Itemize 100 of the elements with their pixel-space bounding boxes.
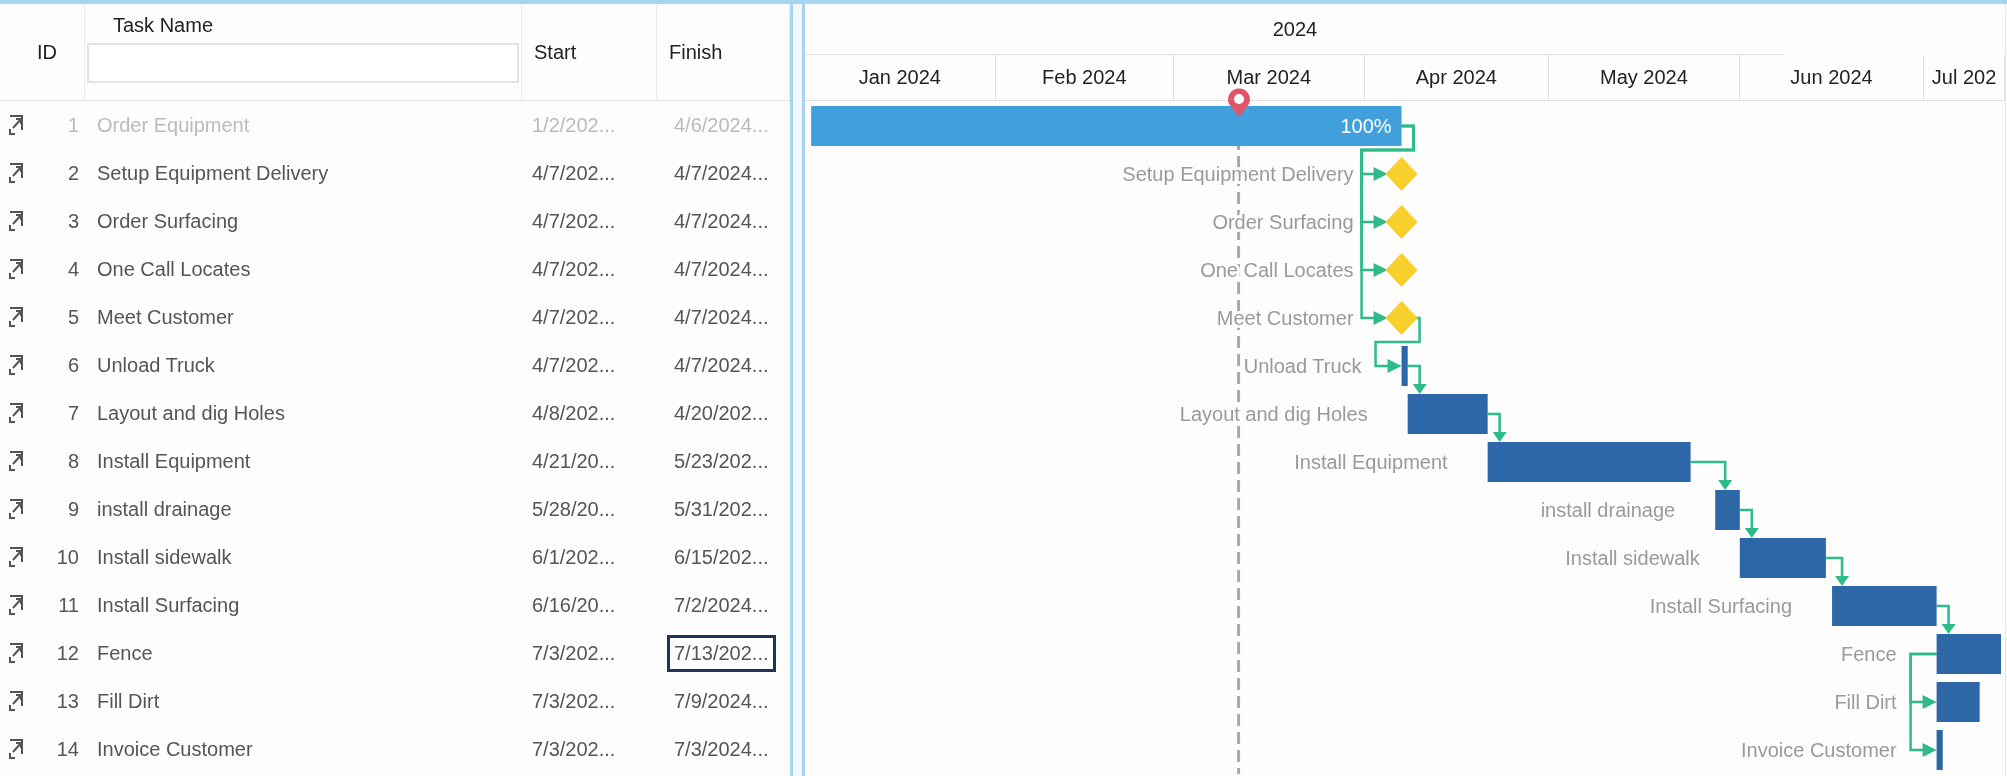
month-label: Jul 202 <box>1931 66 1997 89</box>
task-name: Install sidewalk <box>97 545 232 569</box>
milestone-diamond[interactable] <box>1385 205 1418 239</box>
column-header[interactable]: ID <box>37 40 57 64</box>
link-arrow-icon <box>8 210 26 232</box>
link-arrow-icon <box>8 258 26 280</box>
link-arrow-icon <box>8 162 26 184</box>
link-arrow-icon <box>8 738 26 760</box>
task-bar[interactable] <box>1715 490 1740 530</box>
bar-label: Install Surfacing <box>1649 595 1793 617</box>
dependency-arrow <box>1487 412 1507 442</box>
milestone-diamond[interactable] <box>1385 301 1418 335</box>
column-header[interactable]: Start <box>534 40 577 64</box>
splitter[interactable] <box>790 4 805 776</box>
finish-date[interactable]: 7/3/2024... <box>667 730 776 768</box>
task-bar[interactable] <box>1407 394 1488 434</box>
start-date: 4/7/202... <box>532 257 616 281</box>
column-header[interactable]: Finish <box>669 40 723 64</box>
task-id: 13 <box>56 689 79 713</box>
month-label: Jan 2024 <box>858 66 941 89</box>
task-name: install drainage <box>97 497 232 521</box>
start-date: 1/2/202... <box>532 113 616 137</box>
task-id: 2 <box>67 161 79 185</box>
milestone-diamond[interactable] <box>1385 157 1418 191</box>
start-date: 5/28/20... <box>532 497 616 521</box>
finish-date[interactable]: 7/9/2024... <box>667 682 776 720</box>
bar-label: Install sidewalk <box>1565 547 1700 569</box>
task-id: 12 <box>56 641 79 665</box>
finish-date[interactable]: 5/31/202... <box>667 490 776 528</box>
finish-date[interactable]: 4/7/2024... <box>667 346 776 384</box>
start-date: 4/7/202... <box>532 209 616 233</box>
task-bar[interactable] <box>1401 346 1408 386</box>
month-label: Apr 2024 <box>1415 66 1497 89</box>
task-name: One Call Locates <box>97 257 251 281</box>
bar-label: Order Surfacing <box>1212 211 1354 233</box>
finish-date[interactable]: 7/13/202... <box>667 634 776 672</box>
finish-date[interactable]: 4/7/2024... <box>667 154 776 192</box>
month-label: May 2024 <box>1600 66 1688 89</box>
task-name: Install Equipment <box>97 449 251 473</box>
link-arrow-icon <box>8 690 26 712</box>
finish-date[interactable]: 7/2/2024... <box>667 586 776 624</box>
link-arrow-icon <box>8 402 26 424</box>
task-id: 1 <box>67 113 79 137</box>
task-id: 3 <box>67 209 79 233</box>
start-date: 6/16/20... <box>532 593 616 617</box>
task-id: 11 <box>58 593 79 617</box>
bar-label: Fill Dirt <box>1834 691 1897 713</box>
month-label: Mar 2024 <box>1226 66 1312 89</box>
task-name: Order Surfacing <box>97 209 239 233</box>
today-marker-icon <box>1226 88 1251 118</box>
start-date: 4/21/20... <box>532 449 616 473</box>
link-arrow-icon <box>8 306 26 328</box>
task-id: 6 <box>67 353 79 377</box>
finish-date[interactable]: 4/7/2024... <box>667 202 776 240</box>
task-id: 4 <box>67 257 79 281</box>
month-label: Jun 2024 <box>1790 66 1873 89</box>
finish-date[interactable]: 4/20/202... <box>667 394 776 432</box>
start-date: 4/7/202... <box>532 161 616 185</box>
link-arrow-icon <box>8 450 26 472</box>
bar-label: Meet Customer <box>1216 307 1354 329</box>
bar-label: Invoice Customer <box>1740 739 1897 761</box>
finish-date[interactable]: 5/23/202... <box>667 442 776 480</box>
dependency-arrow <box>1936 604 1956 634</box>
bar-label: Install Equipment <box>1294 451 1448 473</box>
task-bar[interactable] <box>1936 682 1980 722</box>
bar-label: install drainage <box>1540 499 1676 521</box>
start-date: 4/8/202... <box>532 401 616 425</box>
start-date: 4/7/202... <box>532 353 616 377</box>
task-id: 8 <box>67 449 79 473</box>
dependency-arrow <box>1739 508 1759 538</box>
link-arrow-icon <box>8 594 26 616</box>
task-name: Fence <box>97 641 153 665</box>
filter-field[interactable] <box>87 43 519 83</box>
finish-date[interactable]: 4/7/2024... <box>667 250 776 288</box>
month-label: Feb 2024 <box>1042 66 1127 89</box>
start-date: 7/3/202... <box>532 689 616 713</box>
link-arrow-icon <box>8 498 26 520</box>
task-bar[interactable] <box>1936 730 1943 770</box>
task-id: 9 <box>67 497 79 521</box>
task-id: 10 <box>56 545 79 569</box>
year-label: 2024 <box>1272 17 1318 41</box>
link-arrow-icon <box>8 546 26 568</box>
task-name: Install Surfacing <box>97 593 240 617</box>
column-header[interactable]: Task Name <box>85 14 521 37</box>
task-name: Order Equipment <box>97 113 250 137</box>
start-date: 7/3/202... <box>532 641 616 665</box>
start-date: 4/7/202... <box>532 305 616 329</box>
task-name: Setup Equipment Delivery <box>97 161 329 185</box>
start-date: 6/1/202... <box>532 545 616 569</box>
start-date: 7/3/202... <box>532 737 616 761</box>
task-name: Fill Dirt <box>97 689 160 713</box>
finish-date[interactable]: 6/15/202... <box>667 538 776 576</box>
bar-label: Setup Equipment Delivery <box>1122 163 1354 185</box>
bar-label: One Call Locates <box>1200 259 1354 281</box>
dependency-arrow <box>1690 460 1733 490</box>
task-name: Layout and dig Holes <box>97 401 285 425</box>
link-arrow-icon <box>8 354 26 376</box>
dependency-arrow <box>1825 556 1850 586</box>
finish-date[interactable]: 4/7/2024... <box>667 298 776 336</box>
milestone-diamond[interactable] <box>1385 253 1418 287</box>
